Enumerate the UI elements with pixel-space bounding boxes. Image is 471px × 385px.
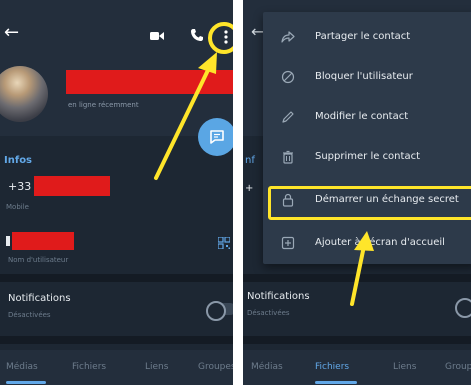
- highlight-circle-annotation: [208, 22, 233, 54]
- phone-fragment: +: [245, 183, 254, 194]
- notifications-toggle[interactable]: [455, 298, 471, 318]
- media-tabs: Médias Fichiers Liens Groupes: [0, 350, 233, 385]
- trash-icon: [283, 150, 293, 164]
- message-fab-button[interactable]: [198, 118, 233, 156]
- profile-screen-left: ← en ligne récemment Infos +33 6 Mobile …: [0, 0, 233, 385]
- tab-liens[interactable]: Liens: [393, 362, 416, 372]
- info-section-title: Infos: [4, 155, 33, 166]
- tab-medias[interactable]: Médias: [251, 362, 283, 372]
- notifications-toggle[interactable]: [206, 301, 233, 321]
- tab-liens[interactable]: Liens: [145, 362, 168, 372]
- edit-icon: [282, 111, 294, 123]
- menu-item-block-user[interactable]: Bloquer l'utilisateur: [263, 58, 471, 98]
- menu-item-edit-contact[interactable]: Modifier le contact: [263, 98, 471, 138]
- section-divider: [243, 336, 471, 344]
- contact-options-menu: Partager le contact Bloquer l'utilisateu…: [263, 12, 471, 264]
- message-icon: [210, 130, 224, 144]
- profile-screen-right: ← nf + Partager le contact Bloquer l'uti…: [243, 0, 471, 385]
- last-seen-status: en ligne récemment: [68, 101, 139, 109]
- notifications-title: Notifications: [8, 293, 71, 304]
- tab-fichiers[interactable]: Fichiers: [72, 362, 106, 372]
- video-call-icon[interactable]: [150, 31, 164, 41]
- media-tabs: Médias Fichiers Liens Groupes: [243, 350, 471, 385]
- highlight-box-annotation: [268, 186, 471, 220]
- notifications-status: Désactivées: [8, 311, 51, 319]
- menu-item-add-to-home[interactable]: Ajouter à l'écran d'accueil: [263, 224, 471, 264]
- tab-medias[interactable]: Médias: [6, 362, 38, 372]
- tab-groupes[interactable]: Groupes: [445, 362, 471, 372]
- active-tab-indicator: [315, 381, 357, 384]
- phone-type-label: Mobile: [6, 203, 29, 211]
- menu-item-delete-contact[interactable]: Supprimer le contact: [263, 138, 471, 178]
- qr-code-icon[interactable]: [218, 237, 230, 249]
- menu-item-share-contact[interactable]: Partager le contact: [263, 18, 471, 58]
- redacted-phone: [34, 176, 110, 196]
- active-tab-indicator: [6, 381, 46, 384]
- block-icon: [281, 70, 295, 84]
- notifications-status: Désactivées: [247, 309, 290, 317]
- section-divider: [0, 274, 233, 282]
- back-arrow-icon[interactable]: ←: [4, 24, 19, 42]
- username-label: Nom d'utilisateur: [8, 256, 69, 264]
- tab-groupes[interactable]: Groupes: [198, 362, 233, 372]
- add-home-icon: [281, 236, 295, 250]
- notifications-title: Notifications: [247, 291, 310, 302]
- info-section-fragment: nf: [245, 155, 255, 166]
- tab-fichiers[interactable]: Fichiers: [315, 362, 349, 372]
- section-divider: [0, 336, 233, 344]
- redacted-username: [12, 232, 74, 250]
- redacted-name: [66, 70, 233, 94]
- phone-call-icon[interactable]: [190, 28, 204, 42]
- section-divider: [243, 274, 471, 282]
- share-icon: [281, 31, 295, 43]
- username-text-fragment: [6, 236, 10, 246]
